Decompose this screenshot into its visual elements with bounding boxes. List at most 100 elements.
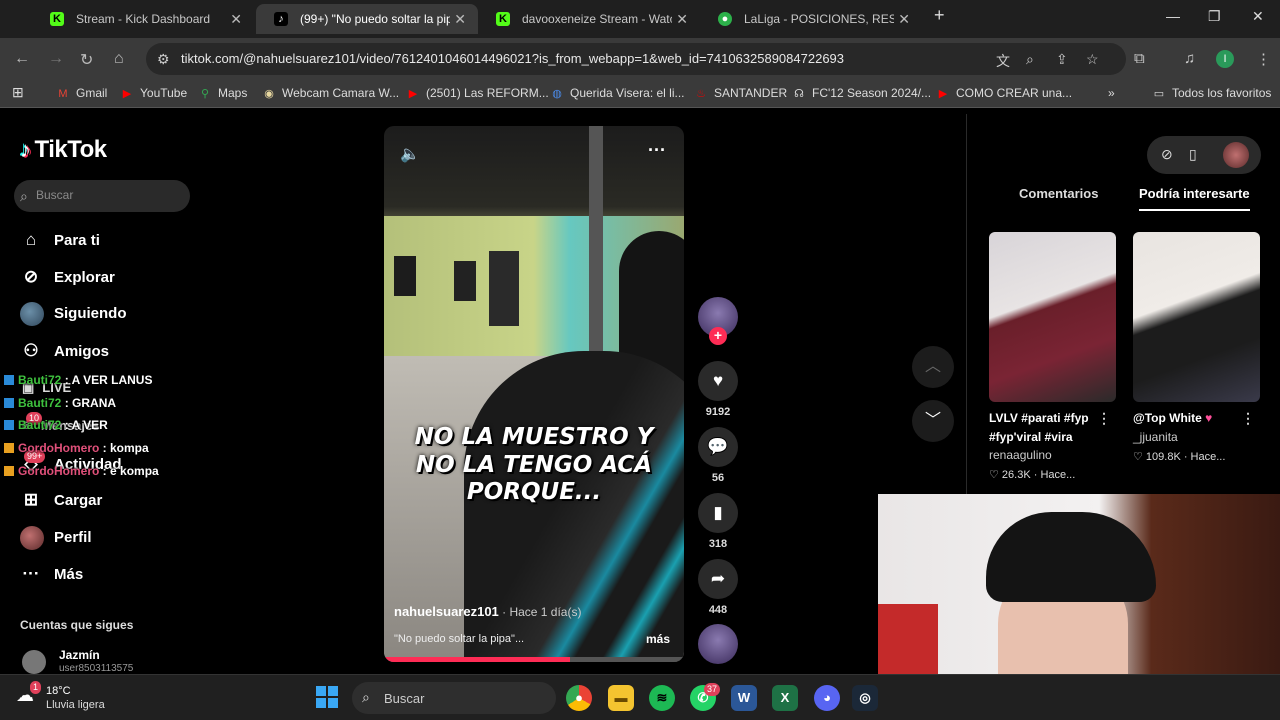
bookmark-icon[interactable]: ▮: [698, 493, 738, 533]
suggested-video-card[interactable]: LVLV #parati #fyp #fyp'viral #vira renaa…: [989, 232, 1117, 481]
bookmark-querida-visera[interactable]: ◍ Querida Visera: el li...: [550, 86, 684, 100]
nav-siguiendo[interactable]: Siguiendo: [20, 302, 127, 326]
comment-icon[interactable]: 💬: [698, 427, 738, 467]
excel-icon[interactable]: X: [772, 685, 798, 711]
share-action[interactable]: ➦ 448: [698, 559, 738, 616]
nav-explorar[interactable]: ⊘ Explorar: [20, 267, 115, 287]
address-bar[interactable]: ⚙ tiktok.com/@nahuelsuarez101/video/7612…: [146, 43, 1126, 75]
suggestion-user[interactable]: _jjuanita: [1133, 430, 1261, 444]
like-action[interactable]: ♥ 9192: [698, 361, 738, 418]
weather-temperature[interactable]: 18°C: [46, 685, 71, 697]
share-icon[interactable]: ➦: [698, 559, 738, 599]
windows-start-button[interactable]: [316, 686, 338, 708]
tab-kick-dashboard[interactable]: K Stream - Kick Dashboard ✕: [32, 4, 254, 34]
steam-icon[interactable]: ◎: [852, 685, 878, 711]
media-controls-icon[interactable]: ♫: [1184, 50, 1195, 67]
suggestion-title[interactable]: @Top White ♥: [1133, 409, 1245, 428]
discord-icon[interactable]: ◕: [814, 685, 840, 711]
follow-plus-icon[interactable]: +: [709, 327, 727, 345]
taskbar-search[interactable]: ⌕ Buscar: [352, 682, 556, 714]
account-name: Jazmín: [59, 648, 100, 662]
video-thumbnail[interactable]: [1133, 232, 1260, 402]
weather-description[interactable]: Lluvia ligera: [46, 699, 105, 711]
folder-icon: ▭: [1153, 88, 1165, 100]
bookmark-fc12[interactable]: ☊ FC'12 Season 2024/...: [792, 86, 931, 100]
user-avatar[interactable]: [1223, 142, 1249, 168]
minimize-icon[interactable]: —: [1166, 8, 1180, 24]
close-window-icon[interactable]: ✕: [1252, 8, 1264, 25]
nav-cargar[interactable]: ⊞ Cargar: [20, 490, 102, 510]
chat-message: Bauti72 : A VER LANUS: [4, 373, 152, 387]
video-more-link[interactable]: más: [646, 632, 670, 646]
spotify-icon[interactable]: ≋: [649, 685, 675, 711]
zoom-icon[interactable]: ⌕: [1026, 51, 1034, 68]
video-scene-window: [454, 261, 476, 301]
file-explorer-icon[interactable]: ▬: [608, 685, 634, 711]
reload-icon[interactable]: ↻: [80, 50, 93, 70]
bookmark-maps[interactable]: ⚲ Maps: [198, 86, 247, 100]
previous-video-button[interactable]: ︿: [912, 346, 954, 388]
search-box[interactable]: ⌕: [14, 180, 190, 212]
word-icon[interactable]: W: [731, 685, 757, 711]
video-player[interactable]: NO LA MUESTRO Y NO LA TENGO ACÁ PORQUE..…: [384, 126, 684, 662]
bookmark-como-crear[interactable]: ▶ COMO CREAR una...: [936, 86, 1072, 100]
video-author[interactable]: nahuelsuarez101 · Hace 1 día(s): [394, 604, 581, 619]
forward-icon[interactable]: →: [48, 50, 64, 68]
all-bookmarks-folder[interactable]: ▭ Todos los favoritos: [1152, 86, 1272, 100]
tab-comentarios[interactable]: Comentarios: [1019, 186, 1098, 201]
more-options-icon[interactable]: ⋮: [1097, 410, 1111, 427]
bookmark-webcam[interactable]: ◉ Webcam Camara W...: [262, 86, 399, 100]
bookmark-santander[interactable]: ♨ SANTANDER: [694, 86, 787, 100]
search-input[interactable]: [36, 188, 176, 202]
translate-icon[interactable]: 文: [996, 51, 1010, 71]
tab-podria-interesarte[interactable]: Podría interesarte: [1139, 186, 1250, 211]
bookmarks-overflow-button[interactable]: »: [1108, 86, 1115, 100]
home-icon[interactable]: ⌂: [114, 50, 124, 68]
next-video-avatar[interactable]: [698, 624, 738, 664]
apps-grid-icon[interactable]: ⊞: [12, 84, 24, 101]
menu-icon[interactable]: ⋮: [1256, 50, 1271, 68]
comment-action[interactable]: 💬 56: [698, 427, 738, 484]
profile-avatar[interactable]: I: [1216, 50, 1234, 68]
bookmark-gmail[interactable]: M Gmail: [56, 86, 107, 100]
suggestion-user[interactable]: renaagulino: [989, 448, 1117, 462]
chrome-icon[interactable]: ●: [566, 685, 592, 711]
suggestion-title[interactable]: LVLV #parati #fyp #fyp'viral #vira: [989, 409, 1101, 446]
volume-icon[interactable]: 🔈: [400, 144, 420, 164]
tiktok-logo[interactable]: ♪ TikTok: [20, 136, 107, 164]
close-tab-icon[interactable]: ✕: [454, 4, 466, 34]
next-video-button[interactable]: ﹀: [912, 400, 954, 442]
creator-avatar[interactable]: +: [698, 297, 738, 345]
video-more-icon[interactable]: ···: [648, 140, 666, 161]
back-icon[interactable]: ←: [14, 50, 30, 68]
restore-icon[interactable]: ❐: [1208, 8, 1221, 25]
install-app-icon[interactable]: ⇪: [1056, 51, 1068, 68]
bookmark-youtube[interactable]: ▶ YouTube: [120, 86, 187, 100]
nav-mas[interactable]: ··· Más: [20, 564, 84, 584]
upload-icon: ⊞: [23, 490, 39, 509]
save-action[interactable]: ▮ 318: [698, 493, 738, 550]
video-progress-bar[interactable]: [384, 657, 684, 662]
nav-amigos[interactable]: ⚇ Amigos: [20, 341, 109, 361]
video-thumbnail[interactable]: [989, 232, 1116, 402]
tab-laliga[interactable]: ● LaLiga - POSICIONES, RESULTA ✕: [700, 4, 922, 34]
more-options-icon[interactable]: ⋮: [1241, 410, 1255, 427]
heart-icon[interactable]: ♥: [698, 361, 738, 401]
tab-tiktok-video[interactable]: ♪ (99+) "No puedo soltar la pipa" ✕: [256, 4, 478, 34]
tab-davooxeneize-stream[interactable]: K davooxeneize Stream - Watch Li ✕: [478, 4, 700, 34]
nav-perfil[interactable]: Perfil: [20, 526, 92, 550]
site-info-icon[interactable]: ⚙: [157, 51, 170, 68]
url-text[interactable]: tiktok.com/@nahuelsuarez101/video/761240…: [181, 51, 844, 66]
compass-icon[interactable]: ⊘: [1161, 146, 1173, 163]
phone-icon[interactable]: ▯: [1189, 146, 1197, 163]
close-tab-icon[interactable]: ✕: [898, 4, 910, 34]
extensions-icon[interactable]: ⧉: [1134, 50, 1145, 67]
close-tab-icon[interactable]: ✕: [676, 4, 688, 34]
bookmark-star-icon[interactable]: ☆: [1086, 51, 1099, 68]
nav-para-ti[interactable]: ⌂ Para ti: [20, 230, 100, 250]
suggested-video-card[interactable]: @Top White ♥ _jjuanita ♡ 109.8K · Hace..…: [1133, 232, 1261, 463]
new-tab-button[interactable]: +: [934, 5, 945, 26]
bookmark-reformas[interactable]: ▶ (2501) Las REFORM...: [406, 86, 549, 100]
search-icon: ⌕: [362, 689, 370, 705]
close-tab-icon[interactable]: ✕: [230, 4, 242, 34]
